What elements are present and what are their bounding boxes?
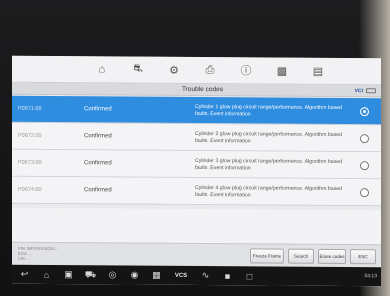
page-title: Trouble codes — [182, 85, 223, 94]
table-row[interactable]: P0671:00 Confirmed Cylinder 1 glow plug … — [12, 95, 381, 126]
dtc-description: Cylinder 2 glow plug circuit range/perfo… — [195, 130, 343, 144]
vci-status: VCI — [354, 88, 363, 95]
top-toolbar: ⌂ ⛐ ⚙ ⎙ ⓘ ▩ ▤ — [12, 55, 381, 86]
home-nav-icon[interactable]: ⌂ — [40, 268, 53, 281]
battery-icon — [366, 88, 376, 94]
camera-icon[interactable]: ◉ — [128, 269, 141, 282]
vcs-icon[interactable]: VCS — [172, 269, 190, 282]
dtc-status: Confirmed — [84, 187, 112, 194]
dtc-description: Cylinder 4 glow plug circuit range/perfo… — [195, 184, 343, 198]
clock: 04:13 — [364, 273, 377, 280]
dtc-description: Cylinder 1 glow plug circuit range/perfo… — [195, 103, 343, 117]
help-icon[interactable]: ⓘ — [236, 62, 256, 78]
remote-icon[interactable]: ■ — [221, 269, 234, 282]
home-icon[interactable]: ⌂ — [92, 61, 112, 77]
cal-line: CAL: ... — [18, 255, 32, 261]
browser-icon[interactable]: ◎ — [106, 268, 119, 281]
title-bar: Trouble codes VCI — [12, 82, 381, 98]
settings-icon[interactable]: ⚙ — [164, 62, 184, 78]
gallery-icon[interactable]: ▦ — [150, 269, 163, 282]
system-navbar: ↩ ⌂ ▣ ⛟ ◎ ◉ ▦ VCS ∿ ■ □ 04:13 — [12, 264, 381, 287]
dtc-status: Confirmed — [84, 160, 112, 167]
car-icon[interactable]: ⛟ — [84, 268, 97, 281]
select-radio[interactable] — [360, 188, 369, 198]
select-radio[interactable] — [360, 107, 369, 117]
back-icon[interactable]: ↩ — [18, 268, 31, 281]
erase-codes-button[interactable]: Erase codes — [318, 248, 346, 265]
save-icon[interactable]: ▩ — [272, 63, 292, 79]
table-row[interactable]: P0672:00 Confirmed Cylinder 2 glow plug … — [12, 122, 381, 153]
dtc-description: Cylinder 3 glow plug circuit range/perfo… — [195, 157, 343, 171]
search-button[interactable]: Search — [288, 248, 314, 264]
vehicle-switch-icon[interactable]: ⛐ — [128, 62, 148, 78]
vehicle-info: VIN: WF0XXXGCDX... ECU: ... CAL: ... — [18, 246, 58, 261]
select-radio[interactable] — [360, 161, 369, 171]
dtc-code: P0672:00 — [18, 132, 42, 139]
dtc-code: P0674:00 — [18, 186, 42, 193]
screenshot-icon[interactable]: □ — [243, 269, 256, 282]
tablet-screen: ⌂ ⛐ ⚙ ⎙ ⓘ ▩ ▤ Trouble codes VCI P0671:00… — [12, 55, 381, 287]
freeze-frame-button[interactable]: Freeze Frame — [250, 248, 284, 264]
trouble-code-list: P0671:00 Confirmed Cylinder 1 glow plug … — [12, 95, 381, 207]
dtc-status: Confirmed — [84, 133, 112, 140]
table-row[interactable]: P0673:00 Confirmed Cylinder 3 glow plug … — [12, 149, 381, 180]
dtc-status: Confirmed — [84, 106, 112, 113]
esc-button[interactable]: ESC — [350, 249, 376, 265]
select-radio[interactable] — [360, 134, 369, 144]
recent-apps-icon[interactable]: ▣ — [62, 268, 75, 281]
print-icon[interactable]: ⎙ — [200, 62, 220, 78]
table-row[interactable]: P0674:00 Confirmed Cylinder 4 glow plug … — [12, 176, 381, 207]
data-icon[interactable]: ▤ — [308, 63, 328, 79]
dtc-code: P0673:00 — [18, 159, 42, 166]
scope-icon[interactable]: ∿ — [199, 269, 212, 282]
dtc-code: P0671:00 — [18, 105, 42, 112]
footer-bar: VIN: WF0XXXGCDX... ECU: ... CAL: ... Fre… — [12, 241, 381, 268]
